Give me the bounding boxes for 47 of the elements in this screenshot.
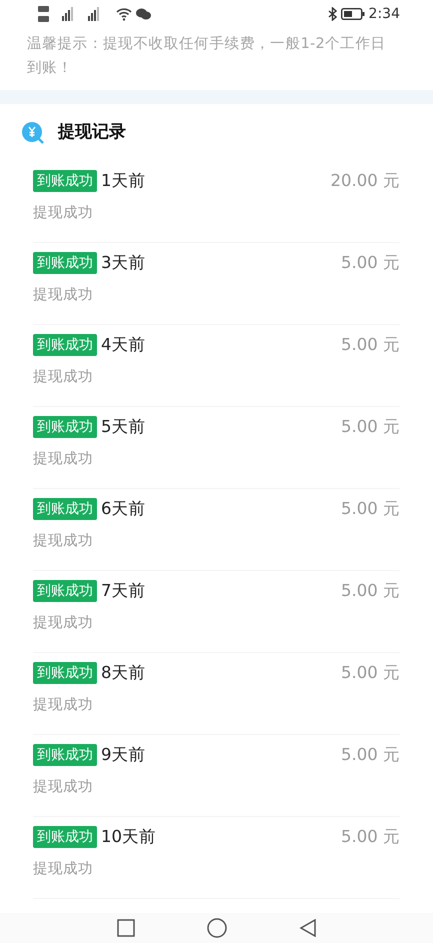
status-tag: 到账成功	[33, 334, 97, 356]
record-amount: 5.00 元	[341, 334, 400, 356]
battery-icon	[340, 8, 365, 20]
record-note: 提现成功	[33, 614, 93, 631]
bluetooth-icon	[328, 7, 337, 21]
record-note: 提现成功	[33, 368, 93, 385]
home-button[interactable]	[206, 918, 226, 938]
status-time: 2:34	[368, 4, 400, 24]
record-note: 提现成功	[33, 778, 93, 795]
status-tag: 到账成功	[33, 416, 97, 438]
record-amount: 5.00 元	[341, 744, 400, 766]
status-tag: 到账成功	[33, 826, 97, 848]
wifi-icon	[116, 8, 132, 20]
status-tag: 到账成功	[33, 170, 97, 192]
record-time: 9天前	[101, 744, 146, 766]
record-amount: 5.00 元	[341, 662, 400, 684]
status-tag: 到账成功	[33, 498, 97, 520]
chat-icon	[136, 8, 151, 20]
record-time: 7天前	[101, 580, 146, 602]
record-time: 5天前	[101, 416, 146, 438]
record-time: 1天前	[101, 170, 146, 192]
recent-apps-button[interactable]	[116, 919, 134, 937]
yuan-search-icon	[20, 120, 46, 146]
status-tag: 到账成功	[33, 662, 97, 684]
record-note: 提现成功	[33, 286, 93, 303]
status-tag: 到账成功	[33, 744, 97, 766]
section-title: 提现记录	[58, 120, 126, 144]
record-amount: 5.00 元	[341, 826, 400, 848]
record-amount: 5.00 元	[341, 252, 400, 274]
record-time: 4天前	[101, 334, 146, 356]
record-note: 提现成功	[33, 696, 93, 713]
record-amount: 5.00 元	[341, 580, 400, 602]
record-note: 提现成功	[33, 532, 93, 549]
record-amount: 5.00 元	[341, 416, 400, 438]
record-note: 提现成功	[33, 450, 93, 467]
record-time: 6天前	[101, 498, 146, 520]
status-tag: 到账成功	[33, 252, 97, 274]
notice-text: 温馨提示：提现不收取任何手续费，一般1-2个工作日到账！	[27, 36, 386, 76]
record-time: 8天前	[101, 662, 146, 684]
record-amount: 5.00 元	[341, 498, 400, 520]
record-note: 提现成功	[33, 860, 93, 877]
record-time: 3天前	[101, 252, 146, 274]
back-button[interactable]	[298, 919, 316, 937]
record-amount: 20.00 元	[330, 170, 400, 192]
record-time: 10天前	[101, 826, 156, 848]
status-tag: 到账成功	[33, 580, 97, 602]
record-note: 提现成功	[33, 204, 93, 221]
